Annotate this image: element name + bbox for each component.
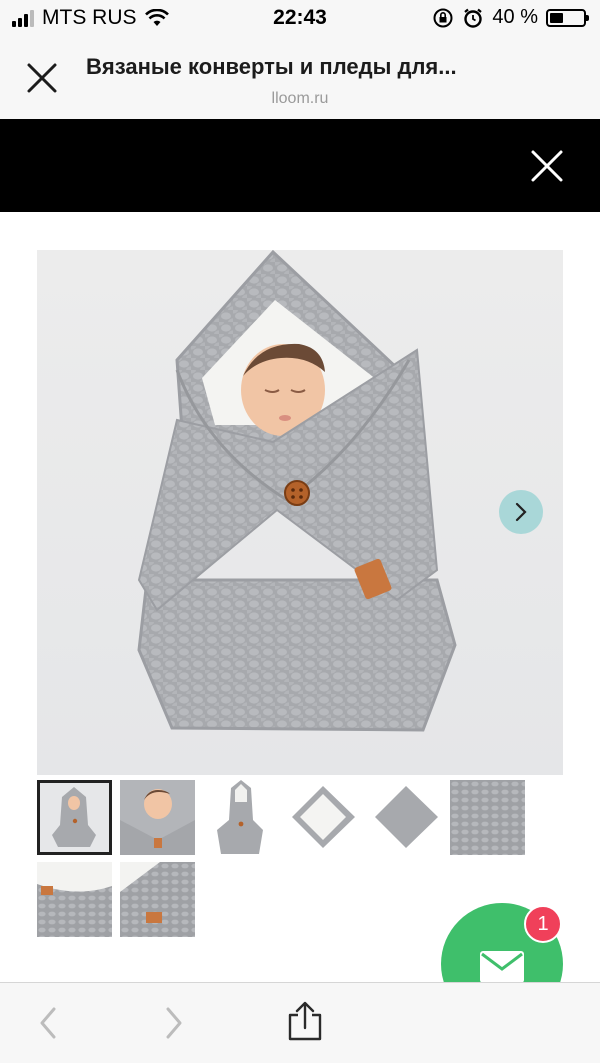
chat-notification-badge: 1 — [524, 905, 562, 943]
back-button[interactable] — [30, 1005, 66, 1041]
share-icon — [288, 1001, 322, 1041]
thumbnail-image — [203, 780, 278, 855]
lightbox-top-bar — [0, 119, 600, 212]
thumbnail-1[interactable] — [37, 780, 112, 855]
share-button[interactable] — [286, 1001, 324, 1041]
next-image-button[interactable] — [499, 490, 543, 534]
carrier-name: MTS RUS — [42, 6, 137, 29]
mail-icon — [480, 951, 524, 983]
battery-icon — [546, 8, 589, 27]
thumbnail-image — [369, 780, 444, 855]
page-title: Вязаные конверты и пледы для... — [86, 54, 457, 79]
thumbnail-image — [120, 780, 195, 855]
thumbnail-image — [450, 780, 525, 855]
thumbnail-4[interactable] — [286, 780, 361, 855]
browser-header: Вязаные конверты и пледы для... lloom.ru — [0, 38, 600, 119]
chevron-left-icon — [40, 1007, 56, 1039]
thumbnail-6[interactable] — [450, 780, 525, 855]
thumbnail-image — [120, 862, 195, 937]
chevron-right-icon — [515, 502, 527, 522]
forward-button[interactable] — [156, 1005, 192, 1041]
thumbnail-5[interactable] — [369, 780, 444, 855]
main-product-image — [37, 250, 563, 775]
thumbnail-image — [37, 862, 112, 937]
thumbnail-2[interactable] — [120, 780, 195, 855]
thumbnail-8[interactable] — [120, 862, 195, 937]
page-domain: lloom.ru — [271, 90, 329, 107]
alarm-icon — [464, 8, 483, 28]
thumbnail-image — [40, 783, 109, 852]
status-bar: MTS RUS 22:43 40 % — [0, 0, 600, 38]
wifi-icon — [144, 9, 169, 26]
cellular-signal-icon — [12, 9, 34, 27]
lightbox-close-icon[interactable] — [530, 149, 564, 183]
browser-toolbar — [0, 982, 600, 1063]
orientation-lock-icon — [433, 8, 453, 27]
chevron-right-icon — [166, 1007, 182, 1039]
thumbnail-image — [286, 780, 361, 855]
thumbnail-7[interactable] — [37, 862, 112, 937]
thumbnail-3[interactable] — [203, 780, 278, 855]
knitted-envelope-illustration — [137, 250, 457, 732]
battery-percent: 40 % — [492, 6, 538, 28]
